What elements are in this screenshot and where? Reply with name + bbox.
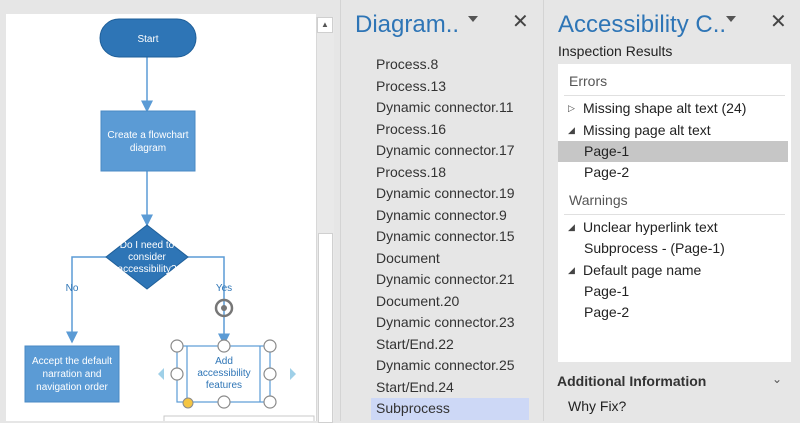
process-create-label-2: diagram: [130, 143, 166, 154]
error-page-2-label: Page-2: [584, 164, 630, 180]
warning-page-2-label: Page-2: [584, 304, 630, 320]
shape-list-item[interactable]: Dynamic connector.11: [371, 97, 529, 119]
shape-list: Process.8 Process.13 Dynamic connector.11 P…: [371, 54, 529, 420]
shape-list-item[interactable]: Process.8: [371, 54, 529, 76]
shape-list-item[interactable]: Process.16: [371, 119, 529, 141]
decision-label-2: consider: [128, 252, 166, 263]
diagram-navigation-pane: Diagram.. ✕ Process.8 Process.13 Dynamic c…: [340, 0, 543, 421]
process-accept-default[interactable]: Accept the default narration and navigat…: [24, 345, 120, 403]
glue-handle-icon[interactable]: [182, 397, 194, 409]
start-shape[interactable]: Start: [99, 18, 197, 58]
shape-list-item[interactable]: Document.20: [371, 291, 529, 313]
diagram-pane-options-icon[interactable]: [468, 16, 478, 22]
shape-list-item[interactable]: Subprocess: [371, 398, 529, 420]
diagram-pane-title: Diagram..: [355, 11, 460, 38]
decision-accessibility[interactable]: Do I need to consider accessibility?: [105, 224, 189, 290]
expand-expanded-icon[interactable]: ◢: [568, 120, 575, 141]
subprocess-label-1: Add: [215, 356, 233, 367]
accessibility-pane-close-icon[interactable]: ✕: [770, 10, 787, 34]
accessibility-checker-pane: Accessibility C.. ✕ Inspection Results E…: [543, 0, 800, 421]
shape-list-item[interactable]: Dynamic connector.19: [371, 183, 529, 205]
connector-decision-no[interactable]: [66, 256, 106, 344]
inspection-results-list: Errors ▷ Missing shape alt text (24) ◢ M…: [558, 64, 791, 362]
start-label: Start: [137, 34, 158, 45]
shape-list-item[interactable]: Process.13: [371, 76, 529, 98]
missing-page-alt-text-label: Missing page alt text: [583, 122, 711, 138]
scroll-up-icon[interactable]: ▲: [317, 17, 333, 33]
default-page-name-item[interactable]: ◢ Default page name: [558, 260, 788, 281]
shape-list-item[interactable]: Start/End.24: [371, 377, 529, 399]
additional-information-header[interactable]: Additional Information: [557, 373, 706, 389]
expand-collapsed-icon[interactable]: ▷: [568, 98, 575, 119]
subprocess-warning-item[interactable]: Subprocess - (Page-1): [558, 238, 788, 259]
inspection-results-label: Inspection Results: [558, 43, 673, 59]
shape-list-item[interactable]: Dynamic connector.23: [371, 312, 529, 334]
errors-divider: [564, 95, 785, 96]
quick-add-right-icon[interactable]: [290, 368, 296, 380]
process-accept-label-1: Accept the default: [32, 356, 112, 367]
error-page-2-item[interactable]: Page-2: [558, 162, 788, 183]
unclear-hyperlink-item[interactable]: ◢ Unclear hyperlink text: [558, 217, 788, 238]
warnings-divider: [564, 214, 785, 215]
process-create-flowchart[interactable]: Create a flowchart diagram: [100, 110, 196, 172]
shape-list-item[interactable]: Dynamic connector.15: [371, 226, 529, 248]
warning-page-1-label: Page-1: [584, 283, 630, 299]
process-accept-label-2: narration and: [43, 369, 102, 380]
shape-list-item[interactable]: Dynamic connector.17: [371, 140, 529, 162]
edge-label-yes: Yes: [216, 283, 232, 294]
accessibility-pane-title: Accessibility C..: [558, 11, 727, 38]
error-page-1-item[interactable]: Page-1: [558, 141, 788, 162]
error-page-1-label: Page-1: [584, 143, 630, 159]
shape-list-item[interactable]: Process.18: [371, 162, 529, 184]
warning-page-2-item[interactable]: Page-2: [558, 302, 788, 323]
accessibility-pane-options-icon[interactable]: [726, 16, 736, 22]
quick-add-left-icon[interactable]: [158, 368, 164, 380]
default-page-name-label: Default page name: [583, 262, 702, 278]
expand-expanded-icon[interactable]: ◢: [568, 260, 575, 281]
warning-page-1-item[interactable]: Page-1: [558, 281, 788, 302]
diagram-pane-close-icon[interactable]: ✕: [512, 10, 529, 34]
expand-expanded-icon[interactable]: ◢: [568, 217, 575, 238]
subprocess-label-2: accessibility: [197, 368, 250, 379]
unclear-hyperlink-label: Unclear hyperlink text: [583, 219, 718, 235]
subprocess-warning-label: Subprocess - (Page-1): [584, 240, 725, 256]
offscreen-shape[interactable]: [163, 415, 315, 421]
missing-page-alt-text-item[interactable]: ◢ Missing page alt text: [558, 120, 788, 141]
shape-list-item[interactable]: Document: [371, 248, 529, 270]
decision-label-1: Do I need to: [120, 240, 175, 251]
drawing-canvas[interactable]: Start Create a flowchart diagram Do I ne…: [0, 0, 340, 423]
subprocess-label-3: features: [206, 380, 242, 391]
shape-list-item[interactable]: Dynamic connector.21: [371, 269, 529, 291]
subprocess-add-accessibility[interactable]: Add accessibility features: [176, 345, 271, 403]
scroll-thumb[interactable]: [318, 233, 333, 423]
drawing-page[interactable]: Start Create a flowchart diagram Do I ne…: [6, 14, 316, 421]
warnings-header: Warnings: [569, 192, 628, 208]
shape-list-item[interactable]: Dynamic connector.25: [371, 355, 529, 377]
missing-shape-alt-text-label: Missing shape alt text (24): [583, 100, 747, 116]
chevron-down-icon[interactable]: ⌄: [772, 372, 782, 386]
shape-list-item[interactable]: Dynamic connector.9: [371, 205, 529, 227]
shape-list-item[interactable]: Start/End.22: [371, 334, 529, 356]
decision-label-3: accessibility?: [118, 264, 177, 275]
edge-label-no: No: [66, 283, 79, 294]
vertical-scrollbar[interactable]: ▲: [316, 17, 334, 423]
process-create-label-1: Create a flowchart: [107, 130, 188, 141]
process-accept-label-3: navigation order: [36, 382, 108, 393]
errors-header: Errors: [569, 73, 608, 89]
why-fix-label: Why Fix?: [568, 398, 627, 414]
missing-shape-alt-text-item[interactable]: ▷ Missing shape alt text (24): [558, 98, 788, 119]
